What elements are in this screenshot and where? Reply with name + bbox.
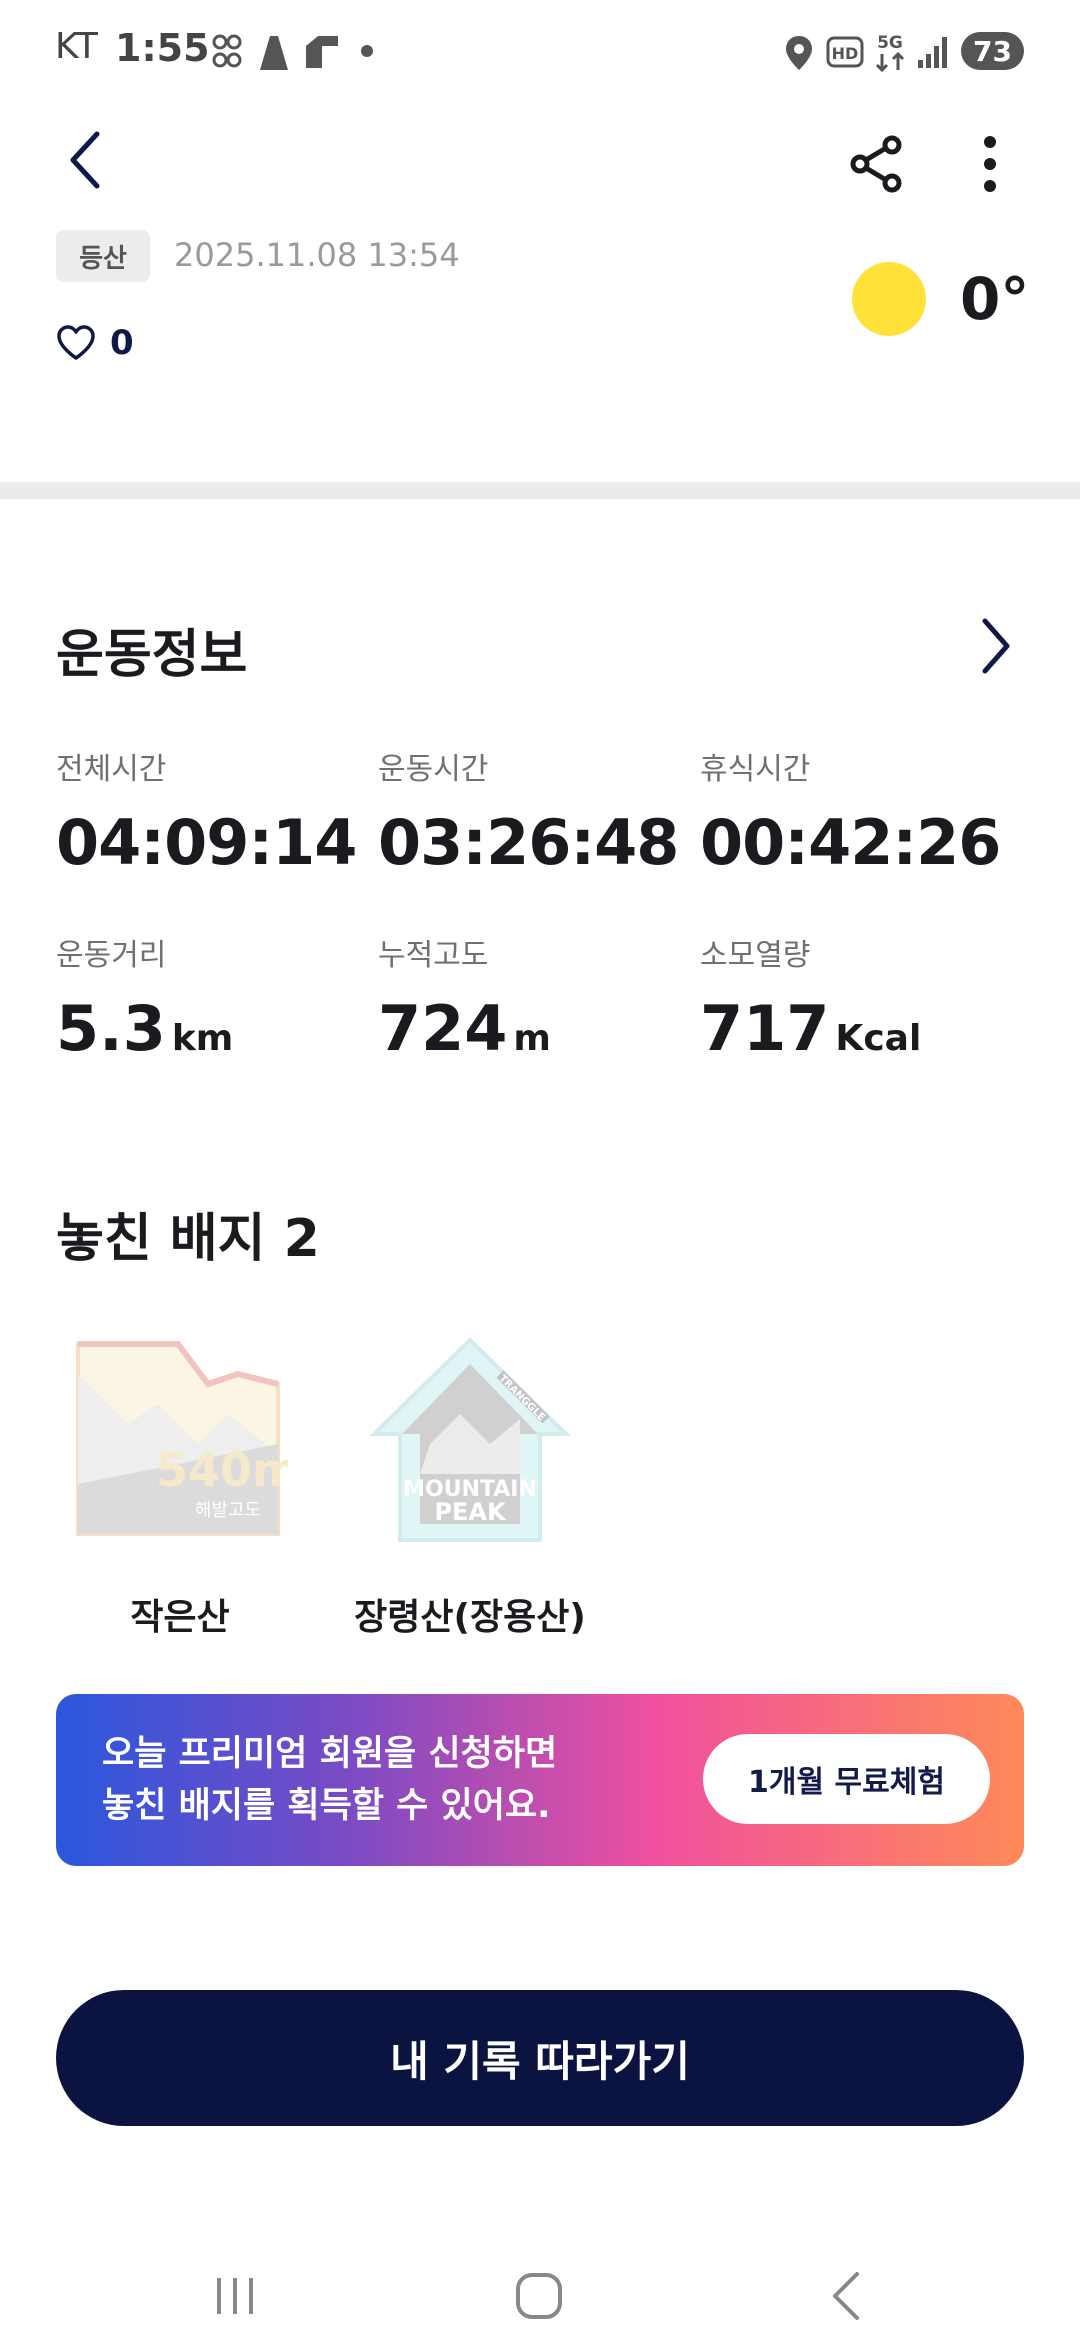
banner-line-1: 오늘 프리미엄 회원을 신청하면 [102, 1734, 558, 1774]
svg-text:5G: 5G [877, 33, 903, 53]
missed-badges-title: 놓친 배지 2 [56, 1209, 320, 1269]
stat-unit: km [171, 1018, 234, 1059]
back-icon [833, 2272, 859, 2320]
badge-name: 장령산(장용산) [354, 1597, 586, 1638]
stat-value: 724 [378, 992, 508, 1065]
follow-my-record-button[interactable]: 내 기록 따라가기 [56, 1990, 1024, 2126]
badge-mountain-peak[interactable]: MOUNTAIN PEAK TRANGGLE [369, 1334, 571, 1548]
status-bar: KT 1:55 HD 5G 73 [0, 0, 1080, 100]
chevron-right-icon [982, 618, 1010, 674]
battery-level: 73 [973, 34, 1012, 68]
stat-value: 04:09:14 [56, 806, 357, 879]
activity-type-tag: 등산 [56, 230, 150, 282]
stat-label: 운동거리 [56, 938, 167, 973]
stat-value: 717 [700, 992, 830, 1065]
sun-icon [852, 262, 926, 336]
stat-value: 5.3 [56, 992, 166, 1065]
temperature: 0° [960, 265, 1030, 333]
recent-apps-icon [217, 2278, 253, 2314]
dot-icon [361, 45, 373, 57]
stat-elevation-gain: 누적고도 724 m [378, 930, 551, 1065]
stat-label: 소모열량 [700, 938, 811, 973]
free-trial-button[interactable]: 1개월 무료체험 [703, 1734, 990, 1824]
app-notification-icon [212, 34, 242, 68]
stat-calories: 소모열량 717 Kcal [700, 930, 921, 1065]
system-back-button[interactable] [800, 2256, 890, 2336]
svg-text:PEAK: PEAK [434, 1498, 507, 1526]
stat-unit: m [513, 1018, 551, 1059]
stat-value: 00:42:26 [700, 806, 1001, 879]
stat-label: 휴식시간 [700, 752, 811, 787]
back-button[interactable] [50, 120, 120, 200]
stat-unit: Kcal [835, 1018, 922, 1059]
stat-label: 누적고도 [378, 938, 489, 973]
altitude-badge-icon: 540m 해발고도 [76, 1341, 300, 1536]
exercise-info-title: 운동정보 [56, 625, 248, 685]
hd-icon: HD [826, 36, 864, 68]
home-button[interactable] [494, 2256, 584, 2336]
app-notification-icon [260, 36, 288, 70]
5g-icon: 5G [875, 33, 905, 73]
stat-total-time: 전체시간 04:09:14 [56, 744, 357, 879]
navigation-bar [0, 2220, 1080, 2340]
battery-icon: 73 [961, 32, 1024, 70]
more-options-button[interactable] [960, 126, 1020, 202]
stat-rest-time: 휴식시간 00:42:26 [700, 744, 1001, 879]
svg-text:540m: 540m [156, 1443, 288, 1497]
share-icon [850, 135, 902, 193]
stat-label: 전체시간 [56, 752, 167, 787]
more-vertical-icon [984, 136, 996, 192]
banner-message: 오늘 프리미엄 회원을 신청하면 놓친 배지를 획득할 수 있어요. [102, 1728, 557, 1832]
stat-label: 운동시간 [378, 752, 489, 787]
banner-line-2: 놓친 배지를 획득할 수 있어요. [102, 1786, 551, 1826]
recent-apps-button[interactable] [190, 2256, 280, 2336]
svg-text:HD: HD [832, 44, 859, 63]
like-count: 0 [110, 323, 134, 363]
badge-name: 작은산 [130, 1597, 230, 1638]
location-icon [786, 36, 812, 70]
back-arrow-icon [70, 131, 100, 189]
share-button[interactable] [842, 126, 912, 202]
mountain-peak-badge-icon: MOUNTAIN PEAK TRANGGLE [369, 1337, 571, 1542]
like-button[interactable]: 0 [56, 318, 134, 368]
app-notification-icon [306, 36, 338, 68]
home-icon [516, 2273, 562, 2319]
status-time: 1:55 [115, 26, 210, 70]
heart-icon [57, 325, 95, 360]
section-divider [0, 482, 1080, 499]
stat-value: 03:26:48 [378, 806, 679, 879]
record-datetime: 2025.11.08 13:54 [174, 236, 460, 274]
signal-icon [918, 37, 947, 68]
exercise-info-detail-button[interactable] [966, 606, 1026, 686]
premium-banner[interactable]: 오늘 프리미엄 회원을 신청하면 놓친 배지를 획득할 수 있어요. 1개월 무… [56, 1694, 1024, 1866]
stat-exercise-time: 운동시간 03:26:48 [378, 744, 679, 879]
badge-small-mountain[interactable]: 540m 해발고도 [68, 1334, 300, 1544]
carrier-label: KT [55, 26, 98, 67]
stat-distance: 운동거리 5.3 km [56, 930, 233, 1065]
svg-text:해발고도: 해발고도 [195, 1500, 261, 1521]
